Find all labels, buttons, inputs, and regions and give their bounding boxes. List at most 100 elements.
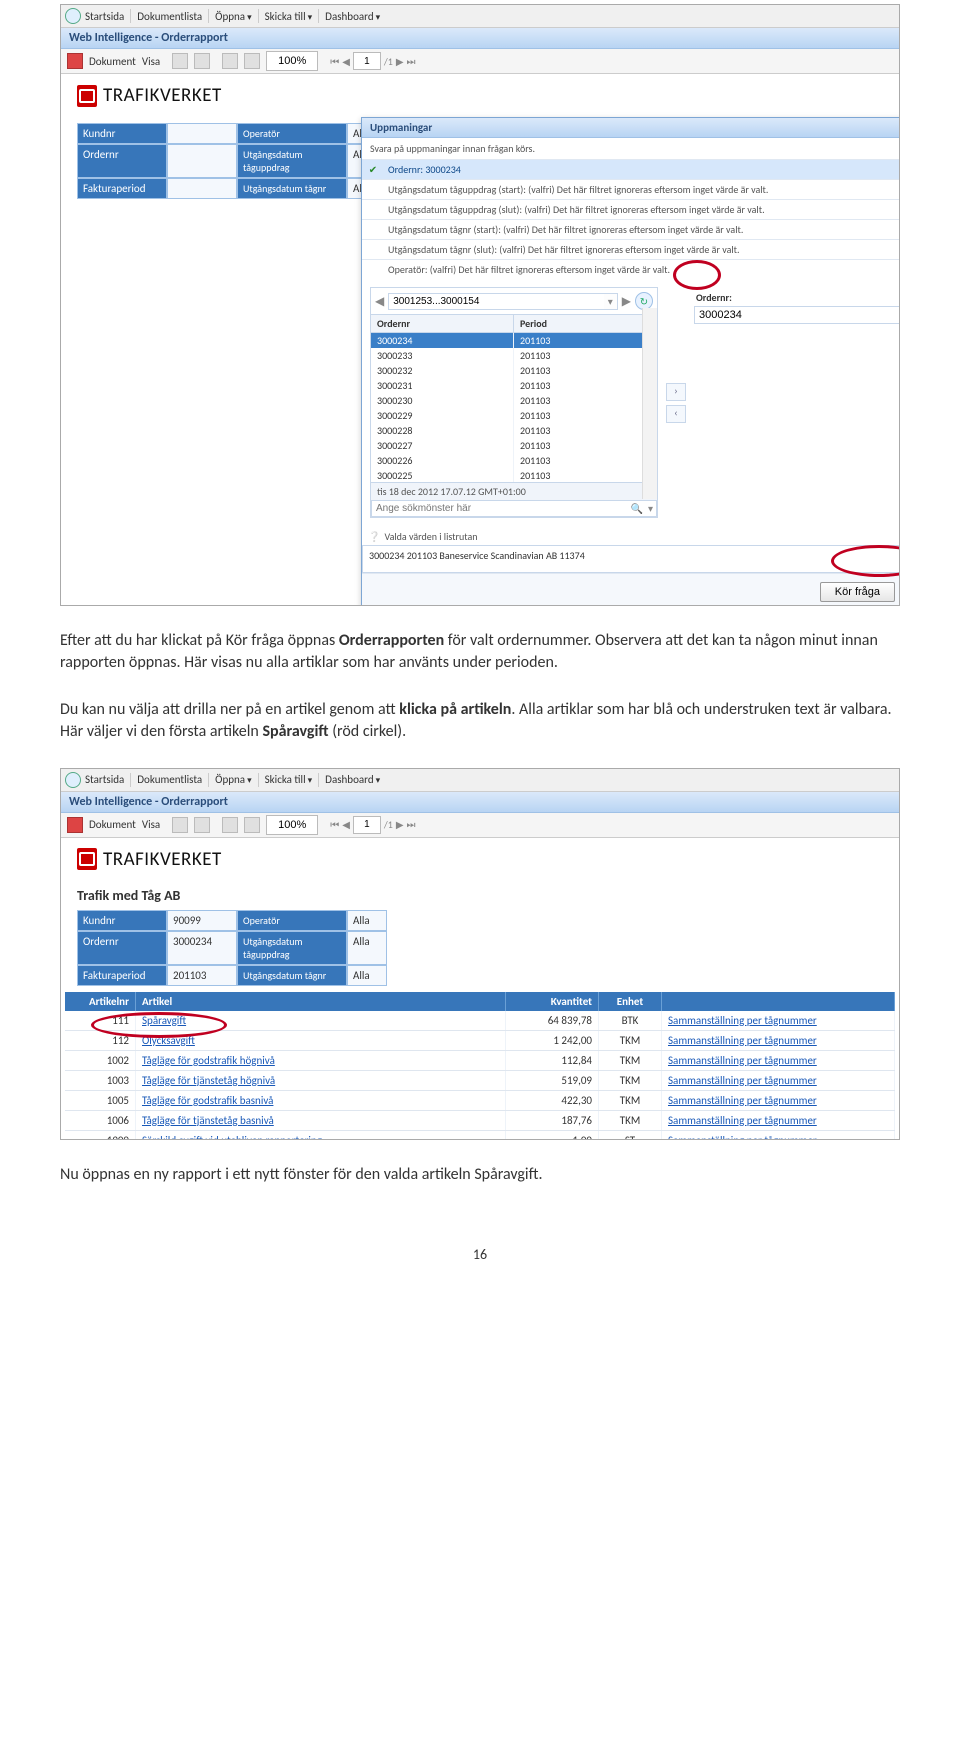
scrollbar[interactable] xyxy=(642,308,657,499)
prompt-row[interactable]: Utgångsdatum tågnr (slut): (valfri) Det … xyxy=(362,239,900,259)
article-link[interactable]: Spåravgift xyxy=(142,1014,186,1027)
filter-label: Kundnr xyxy=(77,910,167,931)
order-row[interactable]: 3000232201103 xyxy=(371,363,657,378)
prompt-row[interactable]: ✔ Ordernr: 3000234 xyxy=(362,159,900,179)
page-nav: ⏮ ◀ /1 ▶ ⏭ xyxy=(330,816,415,834)
nav-next-icon[interactable]: ▶ xyxy=(396,55,404,68)
menu-oppna[interactable]: Öppna xyxy=(215,10,251,23)
find-icon[interactable] xyxy=(194,53,210,69)
menu-startsida[interactable]: Startsida xyxy=(85,10,124,23)
remove-value-button[interactable]: ‹ xyxy=(666,405,686,423)
col-period[interactable]: Period xyxy=(514,315,657,332)
menu-skicka[interactable]: Skicka till xyxy=(265,10,313,23)
summary-link[interactable]: Sammanställning per tågnummer xyxy=(668,1014,817,1027)
filter-label: Ordernr xyxy=(77,144,167,178)
search-icon[interactable]: 🔍 xyxy=(629,502,645,515)
menu-dashboard[interactable]: Dashboard xyxy=(325,10,380,23)
tb-visa[interactable]: Visa xyxy=(142,55,160,68)
order-row[interactable]: 3000226201103 xyxy=(371,453,657,468)
run-query-button[interactable]: Kör fråga xyxy=(820,582,895,602)
article-link[interactable]: Tågläge för godstrafik högnivå xyxy=(142,1054,275,1067)
redo-icon[interactable] xyxy=(244,53,260,69)
zoom-input[interactable] xyxy=(266,815,318,835)
article-row: 1003 Tågläge för tjänstetåg högnivå 519,… xyxy=(65,1071,895,1091)
summary-link[interactable]: Sammanställning per tågnummer xyxy=(668,1134,817,1140)
selected-values-box: 3000234 201103 Baneservice Scandinavian … xyxy=(362,545,900,573)
check-icon: ✔ xyxy=(362,163,384,176)
article-link[interactable]: Tågläge för godstrafik basnivå xyxy=(142,1094,273,1107)
nav-last-icon[interactable]: ⏭ xyxy=(407,55,416,68)
order-row[interactable]: 3000233201103 xyxy=(371,348,657,363)
order-row[interactable]: 3000230201103 xyxy=(371,393,657,408)
order-row[interactable]: 3000227201103 xyxy=(371,438,657,453)
col-ordernr[interactable]: Ordernr xyxy=(371,315,514,332)
nav-next-range-icon[interactable]: ▶ xyxy=(622,294,631,309)
print-icon[interactable] xyxy=(172,53,188,69)
order-row[interactable]: 3000228201103 xyxy=(371,423,657,438)
filter-value xyxy=(167,123,237,144)
order-row[interactable]: 3000229201103 xyxy=(371,408,657,423)
order-row[interactable]: 3000225201103 xyxy=(371,468,657,482)
undo-icon[interactable] xyxy=(222,817,238,833)
prompt-row[interactable]: Operatör: (valfri) Det här filtret ignor… xyxy=(362,259,900,279)
zoom-input[interactable] xyxy=(266,51,318,71)
refresh-icon[interactable] xyxy=(67,53,83,69)
page-number-input[interactable] xyxy=(353,52,381,70)
menu-startsida[interactable]: Startsida xyxy=(85,773,124,786)
add-value-button[interactable]: › xyxy=(666,383,686,401)
summary-link[interactable]: Sammanställning per tågnummer xyxy=(668,1114,817,1127)
prompt-row[interactable]: Utgångsdatum tåguppdrag (start): (valfri… xyxy=(362,179,900,199)
menu-dashboard[interactable]: Dashboard xyxy=(325,773,380,786)
redo-icon[interactable] xyxy=(244,817,260,833)
help-icon[interactable]: ❔ xyxy=(368,530,380,543)
article-link[interactable]: Tågläge för tjänstetåg basnivå xyxy=(142,1114,274,1127)
article-link[interactable]: Tågläge för tjänstetåg högnivå xyxy=(142,1074,275,1087)
prompt-row[interactable]: Utgångsdatum tågnr (start): (valfri) Det… xyxy=(362,219,900,239)
summary-link[interactable]: Sammanställning per tågnummer xyxy=(668,1074,817,1087)
filter-label: Kundnr xyxy=(77,123,167,144)
menu-skicka[interactable]: Skicka till xyxy=(265,773,313,786)
summary-link[interactable]: Sammanställning per tågnummer xyxy=(668,1034,817,1047)
nav-prev-icon[interactable]: ◀ xyxy=(342,818,350,831)
find-icon[interactable] xyxy=(194,817,210,833)
nav-last-icon[interactable]: ⏭ xyxy=(407,818,416,831)
article-link[interactable]: Olycksavgift xyxy=(142,1034,195,1047)
refresh-icon[interactable] xyxy=(67,817,83,833)
nav-first-icon[interactable]: ⏮ xyxy=(330,818,339,831)
summary-link[interactable]: Sammanställning per tågnummer xyxy=(668,1094,817,1107)
dropdown-icon[interactable]: ▾ xyxy=(604,295,617,308)
prompt-row[interactable]: Utgångsdatum tåguppdrag (slut): (valfri)… xyxy=(362,199,900,219)
menu-dokumentlista[interactable]: Dokumentlista xyxy=(137,773,202,786)
page-number-input[interactable] xyxy=(353,816,381,834)
summary-link[interactable]: Sammanställning per tågnummer xyxy=(668,1054,817,1067)
filter-label: Utgångsdatum tåguppdrag xyxy=(237,931,347,965)
article-link[interactable]: Särskild avgift vid utebliven rapporteri… xyxy=(142,1134,322,1140)
nav-prev-icon[interactable]: ◀ xyxy=(342,55,350,68)
filter-value xyxy=(167,144,237,178)
article-row: 112 Olycksavgift 1 242,00 TKM Sammanstäl… xyxy=(65,1031,895,1051)
tb-dokument[interactable]: Dokument xyxy=(89,55,136,68)
timestamp: tis 18 dec 2012 17.07.12 GMT+01:00 xyxy=(371,482,657,500)
search-input[interactable] xyxy=(372,501,629,516)
filter-label: Utgångsdatum tågnr xyxy=(237,178,347,199)
undo-icon[interactable] xyxy=(222,53,238,69)
print-icon[interactable] xyxy=(172,817,188,833)
range-input[interactable] xyxy=(389,294,604,309)
globe-icon xyxy=(65,772,81,788)
tb-dokument[interactable]: Dokument xyxy=(89,818,136,831)
search-dropdown-icon[interactable]: ▾ xyxy=(645,502,656,515)
logo-text: TRAFIKVERKET xyxy=(103,84,222,107)
nav-prev-range-icon[interactable]: ◀ xyxy=(375,294,384,309)
nav-next-icon[interactable]: ▶ xyxy=(396,818,404,831)
menu-oppna[interactable]: Öppna xyxy=(215,773,251,786)
nav-first-icon[interactable]: ⏮ xyxy=(330,55,339,68)
filter-label: Fakturaperiod xyxy=(77,178,167,199)
value-picker-panel: ◀ ▾ ▶ ↻ Ordernr Period 3000 xyxy=(370,287,658,518)
order-row[interactable]: 3000234201103 xyxy=(371,333,657,348)
ordernr-input[interactable] xyxy=(694,306,900,324)
menu-dokumentlista[interactable]: Dokumentlista xyxy=(137,10,202,23)
filter-value: Alla xyxy=(347,910,387,931)
order-row[interactable]: 3000231201103 xyxy=(371,378,657,393)
doc-toolbar: Dokument Visa ⏮ ◀ /1 ▶ ⏭ xyxy=(61,49,899,74)
tb-visa[interactable]: Visa xyxy=(142,818,160,831)
